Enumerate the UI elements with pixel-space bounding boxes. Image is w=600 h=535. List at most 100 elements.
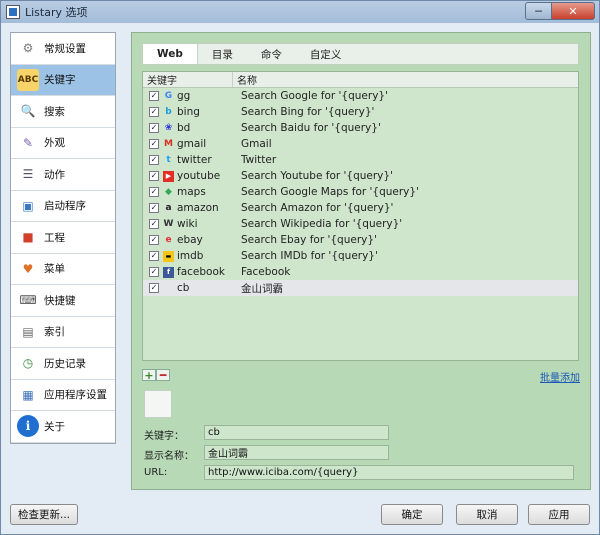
row-keyword: maps [177,186,206,198]
icon-preview[interactable] [144,390,172,418]
row-checkbox[interactable]: ✓ [149,235,159,245]
row-keyword: gg [177,90,191,102]
sidebar-item-5[interactable]: ▣ 启动程序 [11,191,115,222]
check-update-button[interactable]: 检查更新... [10,504,78,525]
cubes-icon: ■ [22,230,34,245]
row-checkbox[interactable]: ✓ [149,171,159,181]
minimize-button[interactable]: ─ [525,2,551,20]
sidebar-item-label: 动作 [44,168,65,181]
keyword-field[interactable]: cb [204,425,389,440]
table-row[interactable]: ✓ cb 金山词霸 [143,280,578,296]
remove-keyword-button[interactable]: ━ [156,369,170,382]
sidebar-item-label: 关于 [44,420,65,433]
table-row[interactable]: ✓ ❀ bd Search Baidu for '{query}' [143,120,578,136]
add-keyword-button[interactable]: + [142,369,156,382]
close-button[interactable]: ✕ [551,2,595,20]
table-row[interactable]: ✓ a amazon Search Amazon for '{query}' [143,200,578,216]
row-keyword: wiki [177,218,198,230]
sidebar-item-label: 历史记录 [44,357,86,370]
row-name: Search Google for '{query}' [241,90,388,102]
baidu-icon: ❀ [164,123,173,133]
column-header-keyword[interactable]: 关键字 [143,72,233,87]
table-row[interactable]: ✓ t twitter Twitter [143,152,578,168]
row-checkbox[interactable]: ✓ [149,219,159,229]
facebook-icon: f [163,266,174,278]
table-row[interactable]: ✓ f facebook Facebook [143,264,578,280]
table-header: 关键字 名称 [143,72,578,88]
row-keyword: facebook [177,266,225,278]
row-name: Search Bing for '{query}' [241,106,375,118]
row-checkbox[interactable]: ✓ [149,123,159,133]
row-name: Search Youtube for '{query}' [241,170,393,182]
display-name-field[interactable]: 金山词霸 [204,445,389,460]
clock-icon: ◷ [22,356,34,371]
row-checkbox[interactable]: ✓ [149,267,159,277]
sidebar-item-12[interactable]: i 关于 [11,411,115,443]
youtube-icon: ▶ [163,170,174,182]
row-name: Gmail [241,138,272,150]
row-name: Search Wikipedia for '{query}' [241,218,403,230]
row-checkbox[interactable]: ✓ [149,187,159,197]
table-row[interactable]: ✓ Ggg Search Google for '{query}' [143,88,578,104]
sidebar-item-6[interactable]: ■ 工程 [11,222,115,254]
row-name: Search Baidu for '{query}' [241,122,381,134]
add-remove-controls: + ━ [142,369,170,382]
sidebar-item-11[interactable]: ▦ 应用程序设置 [11,380,115,411]
keyword-panel: Web 目录 命令 自定义 关键字 名称 ✓ Ggg Search Google for … [131,32,591,490]
sidebar-item-label: 常规设置 [44,42,86,55]
window-controls: ─ ✕ [525,2,595,20]
sidebar-item-7[interactable]: ♥ 菜单 [11,254,115,285]
table-row[interactable]: ✓ Wwiki Search Wikipedia for '{query}' [143,216,578,232]
row-name: Search IMDb for '{query}' [241,250,378,262]
wikipedia-icon: W [163,219,174,229]
sidebar-item-label: 应用程序设置 [44,389,107,402]
sidebar-item-3[interactable]: ✎ 外观 [11,128,115,159]
table-row[interactable]: ✓ b bing Search Bing for '{query}' [143,104,578,120]
tab-2[interactable]: 命令 [247,44,296,64]
list-icon: ☰ [22,167,34,182]
row-keyword: cb [177,282,190,294]
sidebar-item-4[interactable]: ☰ 动作 [11,159,115,191]
row-keyword: gmail [177,138,207,150]
row-name: Facebook [241,266,291,278]
sidebar-item-0[interactable]: ⚙ 常规设置 [11,33,115,65]
row-checkbox[interactable]: ✓ [149,91,159,101]
row-name: Twitter [241,154,277,166]
table-row[interactable]: ✓ ◆ maps Search Google Maps for '{query}' [143,184,578,200]
ok-button[interactable]: 确定 [381,504,443,525]
row-checkbox[interactable]: ✓ [149,251,159,261]
table-body: ✓ Ggg Search Google for '{query}' ✓ b bing Sea… [143,88,578,296]
table-row[interactable]: ✓ Mgmail Gmail [143,136,578,152]
sidebar-item-9[interactable]: ▤ 索引 [11,317,115,348]
tab-bar: Web 目录 命令 自定义 [142,43,579,65]
sidebar-item-2[interactable]: 🔍 搜索 [11,96,115,128]
tab-0[interactable]: Web [143,44,198,64]
table-row[interactable]: ✓ e ebay Search Ebay for '{query}' [143,232,578,248]
sidebar-item-8[interactable]: ⌨ 快捷键 [11,285,115,317]
bulk-add-link[interactable]: 批量添加 [540,369,580,384]
row-checkbox[interactable]: ✓ [149,155,159,165]
tab-1[interactable]: 目录 [198,44,247,64]
url-field[interactable]: http://www.iciba.com/{query} [204,465,574,480]
row-checkbox[interactable]: ✓ [149,203,159,213]
sidebar-item-label: 工程 [44,231,65,244]
options-window: Listary 选项 ─ ✕ ⚙ 常规设置 ABC 关键字 🔍 搜索 ✎ 外观 ☰ 动作 ▣ 启动程序… [0,0,600,535]
sidebar-item-1[interactable]: ABC 关键字 [11,64,115,96]
row-checkbox[interactable]: ✓ [149,107,159,117]
cancel-button[interactable]: 取消 [456,504,518,525]
display-name-label: 显示名称： [144,451,194,462]
row-keyword: twitter [177,154,212,166]
title-bar[interactable]: Listary 选项 ─ ✕ [1,1,599,23]
column-header-name[interactable]: 名称 [233,72,257,87]
row-name: Search Google Maps for '{query}' [241,186,419,198]
window-title: Listary 选项 [25,6,88,19]
table-row[interactable]: ✓ ▶ youtube Search Youtube for '{query}' [143,168,578,184]
row-checkbox[interactable]: ✓ [149,139,159,149]
apply-button[interactable]: 应用 [528,504,590,525]
row-checkbox[interactable]: ✓ [149,283,159,293]
tab-3[interactable]: 自定义 [296,44,356,64]
row-name: Search Ebay for '{query}' [241,234,377,246]
sidebar-item-10[interactable]: ◷ 历史记录 [11,348,115,380]
table-row[interactable]: ✓ ▬ imdb Search IMDb for '{query}' [143,248,578,264]
palette-icon: ✎ [22,135,34,150]
